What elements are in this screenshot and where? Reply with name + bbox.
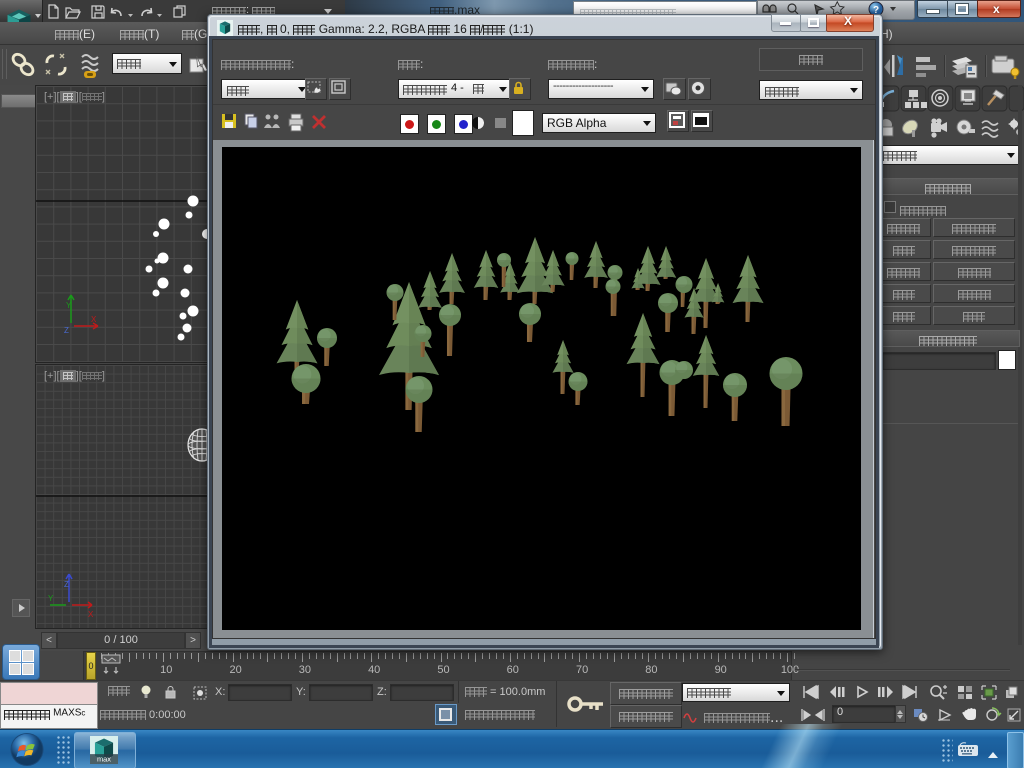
svg-text:Y: Y [66,301,72,310]
svg-text:X: X [88,610,94,619]
svg-text:Y: Y [48,594,54,603]
svg-text:Z: Z [64,580,69,589]
svg-text:max: max [97,755,111,764]
svg-text:X: X [91,315,97,324]
svg-text:Z: Z [64,326,69,335]
